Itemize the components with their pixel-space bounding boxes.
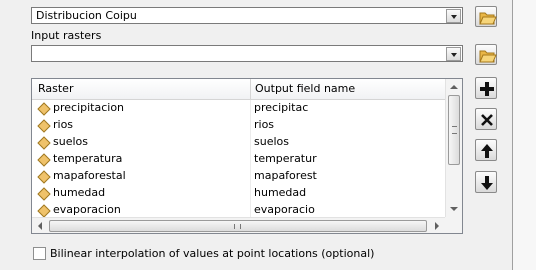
column-divider[interactable] [250, 79, 251, 99]
output-field-name[interactable]: suelos [254, 135, 289, 148]
browse-feature-button[interactable] [475, 6, 497, 27]
horizontal-scroll-thumb[interactable] [49, 220, 427, 232]
raster-name: precipitacion [53, 101, 125, 114]
x-icon [481, 114, 493, 126]
raster-name: temperatura [53, 152, 123, 165]
scroll-up-icon[interactable] [450, 85, 458, 89]
chevron-down-icon[interactable] [446, 47, 461, 61]
raster-layer-icon [37, 187, 51, 201]
remove-raster-button[interactable] [475, 108, 497, 130]
output-field-name[interactable]: humedad [254, 186, 306, 199]
scroll-down-icon[interactable] [450, 207, 458, 211]
right-pane-edge [512, 0, 536, 270]
table-row[interactable]: mapaforestal mapaforest [32, 168, 446, 185]
table-row[interactable]: humedad humedad [32, 185, 446, 202]
folder-open-icon [479, 12, 497, 25]
raster-layer-icon [37, 102, 51, 116]
table-rows: precipitacion precipitac rios rios suelo… [32, 100, 446, 219]
table-header: Raster Output field name [32, 79, 446, 100]
column-header-raster[interactable]: Raster [38, 82, 73, 95]
raster-layer-icon [37, 204, 51, 218]
raster-name: evaporacion [53, 203, 121, 216]
table-row[interactable]: rios rios [32, 117, 446, 134]
move-up-button[interactable] [475, 139, 497, 161]
raster-layer-icon [37, 119, 51, 133]
output-field-name[interactable]: precipitac [254, 101, 308, 114]
plus-icon [480, 82, 494, 96]
arrow-down-icon [481, 176, 493, 190]
column-header-field[interactable]: Output field name [255, 82, 355, 95]
grip-icon [234, 224, 241, 229]
raster-layer-icon [37, 153, 51, 167]
add-raster-button[interactable] [475, 77, 497, 99]
table-row[interactable]: precipitacion precipitac [32, 100, 446, 117]
input-rasters-label: Input rasters [31, 29, 102, 42]
raster-name: humedad [53, 186, 106, 199]
feature-input-combo[interactable]: Distribucion Coipu [31, 7, 463, 24]
raster-layer-icon [37, 170, 51, 184]
arrow-up-icon [481, 144, 493, 158]
vertical-scroll-thumb[interactable] [448, 95, 460, 165]
bilinear-interpolation-checkbox[interactable] [33, 247, 46, 260]
raster-layer-icon [37, 136, 51, 150]
bilinear-interpolation-label[interactable]: Bilinear interpolation of values at poin… [50, 247, 374, 260]
raster-name: mapaforestal [53, 169, 126, 182]
browse-rasters-button[interactable] [475, 44, 497, 65]
scroll-left-icon[interactable] [38, 222, 42, 230]
chevron-down-icon[interactable] [446, 9, 461, 23]
output-field-name[interactable]: mapaforest [254, 169, 317, 182]
horizontal-scrollbar[interactable] [32, 217, 445, 233]
scroll-right-icon[interactable] [435, 222, 439, 230]
move-down-button[interactable] [475, 171, 497, 193]
output-field-name[interactable]: temperatur [254, 152, 317, 165]
table-row[interactable]: suelos suelos [32, 134, 446, 151]
raster-name: rios [53, 118, 74, 131]
output-field-name[interactable]: evaporacio [254, 203, 315, 216]
vertical-scrollbar[interactable] [445, 79, 462, 217]
folder-open-icon [479, 50, 497, 63]
grip-icon [452, 126, 457, 134]
table-row[interactable]: temperatura temperatur [32, 151, 446, 168]
feature-input-value: Distribucion Coipu [36, 9, 137, 22]
output-field-name[interactable]: rios [254, 118, 274, 131]
input-rasters-combo[interactable] [31, 45, 463, 62]
raster-name: suelos [53, 135, 88, 148]
scrollbar-corner [445, 217, 462, 233]
raster-table[interactable]: Raster Output field name precipitacion p… [31, 78, 463, 234]
